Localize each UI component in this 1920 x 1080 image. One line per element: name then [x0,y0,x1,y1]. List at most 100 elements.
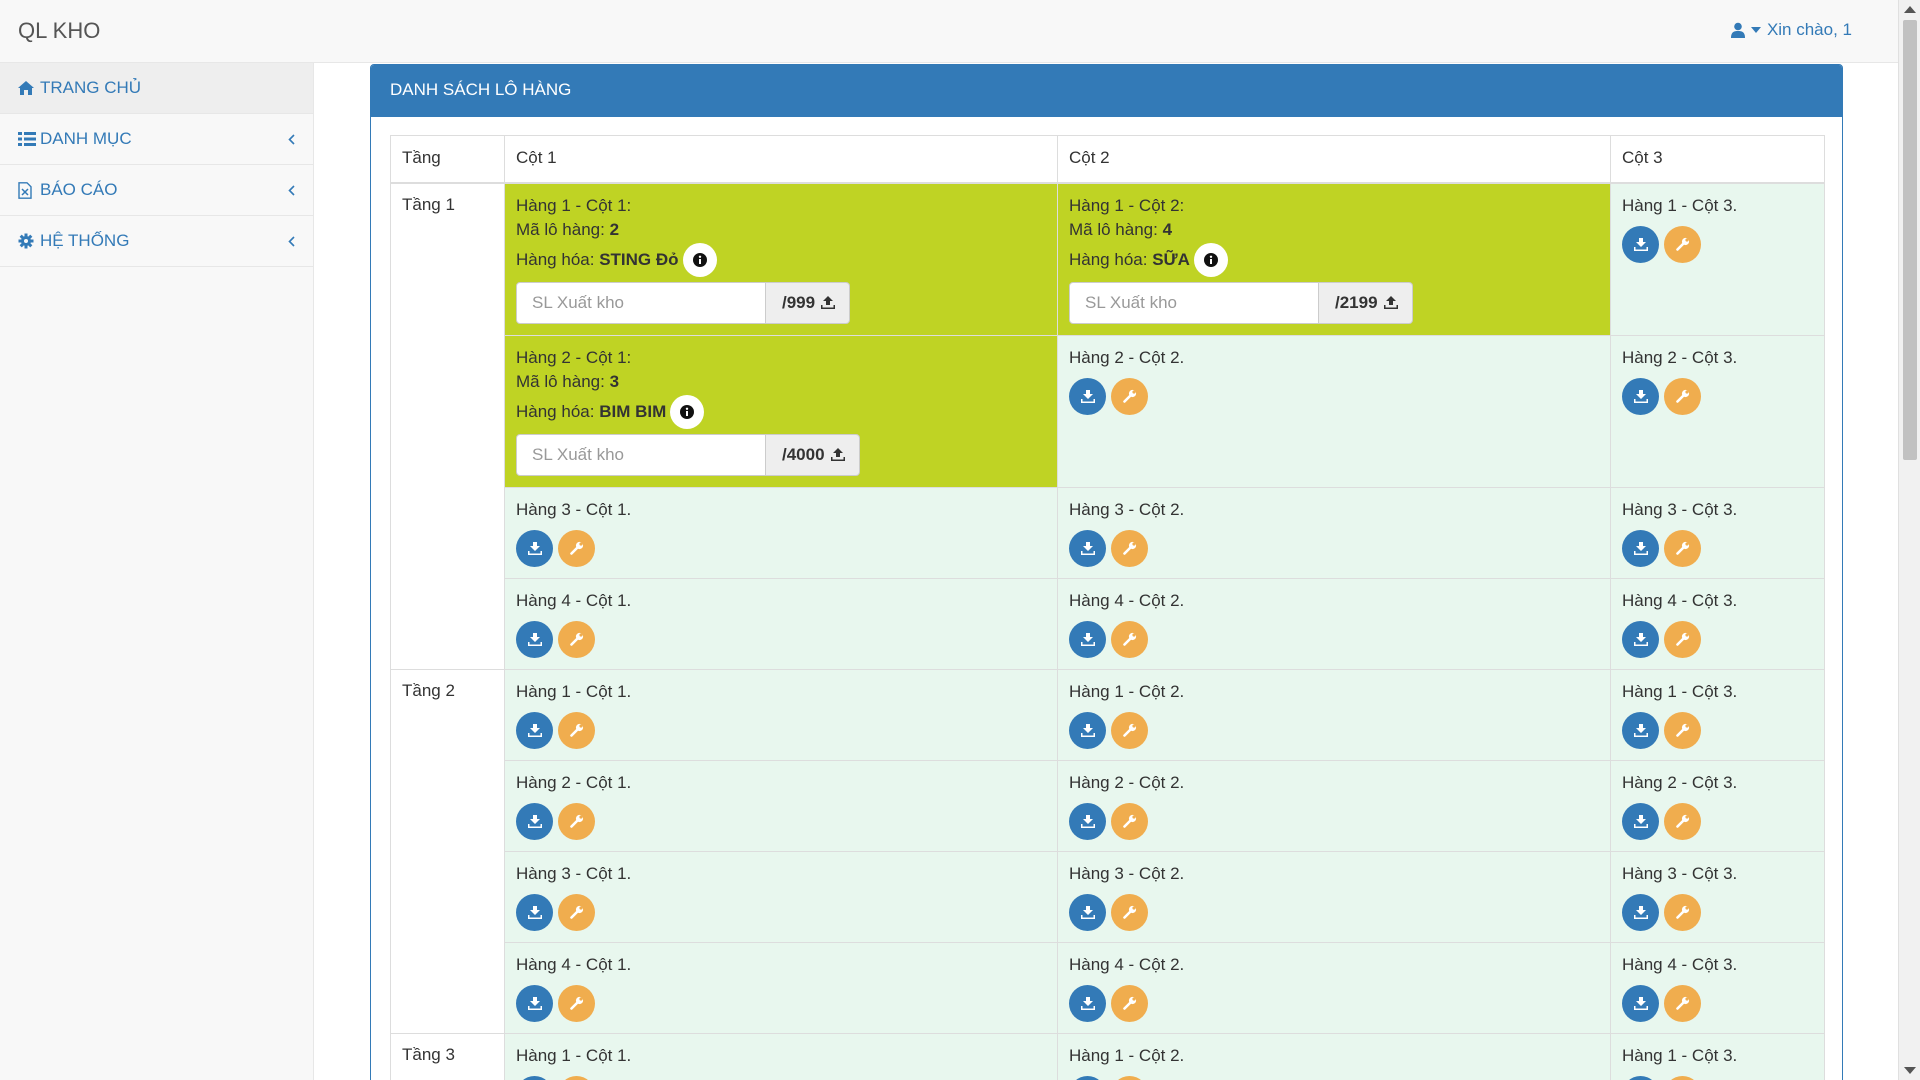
edit-button[interactable] [1664,984,1701,1022]
import-button[interactable] [1069,529,1106,567]
slot-actions [516,802,1046,840]
slot-title: Hàng 2 - Cột 3. [1622,772,1738,792]
home-icon [18,80,36,96]
edit-button[interactable] [1664,711,1701,749]
import-button[interactable] [516,529,553,567]
import-button[interactable] [1069,711,1106,749]
slot-cell-empty: Hàng 4 - Cột 2. [1057,941,1611,1034]
sidebar-item-trang-chu[interactable]: TRANG CHỦ [0,63,313,114]
edit-button[interactable] [1111,377,1148,415]
edit-button[interactable] [1111,711,1148,749]
user-icon [1730,22,1745,38]
slot-title: Hàng 4 - Cột 1. [516,590,632,610]
slot-title: Hàng 3 - Cột 2. [1069,863,1185,883]
header-tier: Tầng [390,135,505,184]
wrench-icon [569,632,584,646]
scroll-thumb[interactable] [1903,20,1917,460]
table-row: Hàng 2 - Cột 1. Hàng 2 - Cột 2. Hàng 2 - C… [391,759,1825,852]
wrench-icon [1122,541,1137,555]
slot-cell-empty: Hàng 1 - Cột 1. [504,668,1058,761]
slot-actions [1622,984,1813,1022]
edit-button[interactable] [558,802,595,840]
edit-button[interactable] [1664,225,1701,263]
import-button[interactable] [516,620,553,658]
edit-button[interactable] [1664,893,1701,931]
import-button[interactable] [1069,377,1106,415]
goods-line: Hàng hóa: BIM BIM [516,394,1046,429]
export-group: /999 [516,281,1046,324]
import-button[interactable] [1069,984,1106,1022]
slot-actions [516,1075,1046,1080]
slot-title: Hàng 1 - Cột 3. [1622,681,1738,701]
edit-button[interactable] [558,620,595,658]
slot-cell-empty: Hàng 2 - Cột 3. [1610,759,1825,852]
slot-title: Hàng 3 - Cột 1. [516,499,632,519]
max-quantity: /999 [782,292,816,312]
panel-title: DANH SÁCH LÔ HÀNG [371,65,1842,117]
page-scrollbar[interactable] [1898,0,1920,1080]
import-button[interactable] [1622,802,1659,840]
import-button[interactable] [1069,802,1106,840]
slot-title: Hàng 4 - Cột 3. [1622,590,1738,610]
import-button[interactable] [1622,893,1659,931]
sidebar-item-danh-muc[interactable]: DANH MỤC [0,114,313,165]
export-submit-button[interactable]: /2199 [1319,281,1413,324]
edit-button[interactable] [1111,620,1148,658]
download-icon [1080,814,1095,828]
wrench-icon [1675,905,1690,919]
goods-label: Hàng hóa: [516,401,595,421]
edit-button[interactable] [1111,529,1148,567]
import-button[interactable] [516,1075,553,1080]
info-icon[interactable] [1193,242,1228,277]
edit-button[interactable] [1664,377,1701,415]
import-button[interactable] [1069,620,1106,658]
edit-button[interactable] [558,893,595,931]
info-icon[interactable] [682,242,717,277]
download-icon [1080,389,1095,403]
import-button[interactable] [1622,377,1659,415]
import-button[interactable] [516,711,553,749]
sidebar-item-bao-cao[interactable]: BÁO CÁO [0,165,313,216]
import-button[interactable] [516,802,553,840]
import-button[interactable] [1622,711,1659,749]
slot-cell-empty: Hàng 1 - Cột 3. [1610,1032,1825,1080]
edit-button[interactable] [1664,1075,1701,1080]
slot-cell-empty: Hàng 1 - Cột 3. [1610,668,1825,761]
sidebar-item-he-thong[interactable]: HỆ THỐNG [0,216,313,267]
info-icon[interactable] [670,394,705,429]
edit-button[interactable] [1664,802,1701,840]
import-button[interactable] [1069,893,1106,931]
export-quantity-input[interactable] [516,281,766,324]
import-button[interactable] [1622,529,1659,567]
export-quantity-input[interactable] [1069,281,1319,324]
wrench-icon [569,996,584,1010]
export-submit-button[interactable]: /999 [766,281,851,324]
brand-title[interactable]: QL KHO [18,18,100,44]
edit-button[interactable] [558,984,595,1022]
import-button[interactable] [1069,1075,1106,1080]
import-button[interactable] [1622,984,1659,1022]
edit-button[interactable] [558,529,595,567]
sidebar-item-label: BÁO CÁO [40,180,118,199]
import-button[interactable] [1622,620,1659,658]
edit-button[interactable] [558,711,595,749]
export-submit-button[interactable]: /4000 [766,433,860,476]
user-menu[interactable]: Xin chào, 1 [1730,20,1852,40]
import-button[interactable] [1622,225,1659,263]
import-button[interactable] [516,984,553,1022]
edit-button[interactable] [1111,984,1148,1022]
edit-button[interactable] [1111,893,1148,931]
slot-title: Hàng 2 - Cột 2. [1069,772,1185,792]
download-icon [1080,723,1095,737]
edit-button[interactable] [558,1075,595,1080]
edit-button[interactable] [1664,529,1701,567]
import-button[interactable] [1622,1075,1659,1080]
export-quantity-input[interactable] [516,433,766,476]
import-button[interactable] [516,893,553,931]
edit-button[interactable] [1111,802,1148,840]
scroll-down-arrow[interactable] [1904,1067,1916,1074]
slot-actions [1622,225,1813,263]
scroll-up-arrow[interactable] [1904,6,1916,13]
edit-button[interactable] [1664,620,1701,658]
edit-button[interactable] [1111,1075,1148,1080]
